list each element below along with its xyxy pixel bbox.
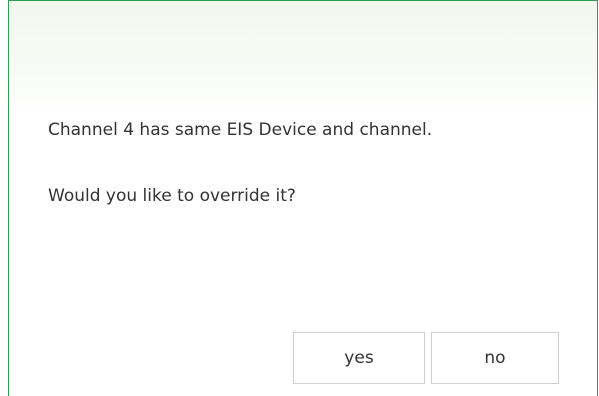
yes-button[interactable]: yes <box>293 332 425 384</box>
no-button[interactable]: no <box>431 332 559 384</box>
dialog-message-line1: Channel 4 has same EIS Device and channe… <box>48 120 433 140</box>
confirm-dialog: Channel 4 has same EIS Device and channe… <box>8 0 598 396</box>
dialog-message-line2: Would you like to override it? <box>48 186 296 206</box>
